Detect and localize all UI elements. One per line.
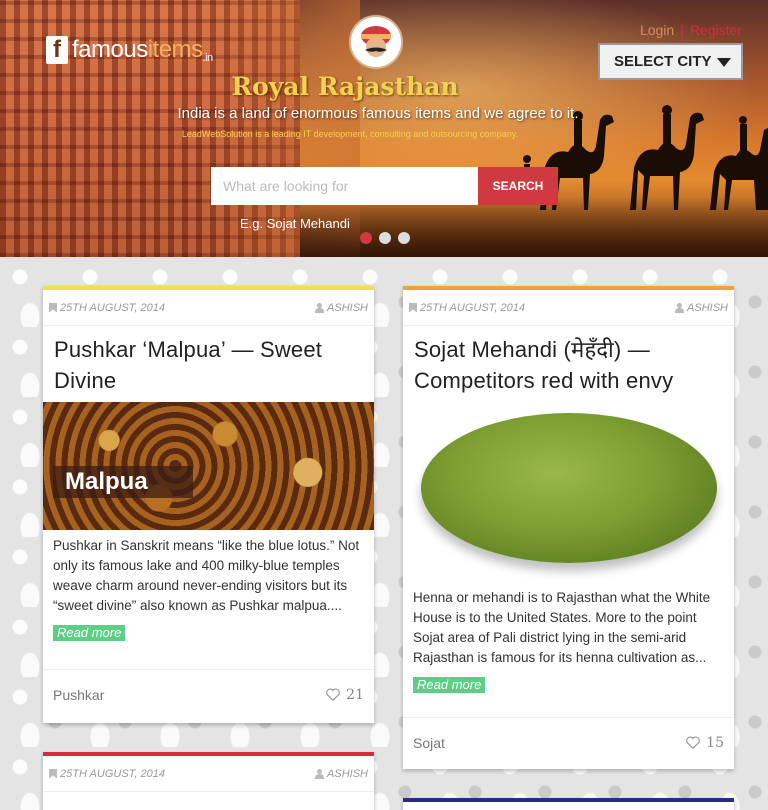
post-author[interactable]: ASHISH: [327, 768, 368, 780]
like-count: 15: [706, 734, 724, 751]
slider-dots: [360, 232, 410, 244]
post-location[interactable]: Pushkar: [53, 687, 104, 703]
post-author[interactable]: ASHISH: [687, 302, 728, 314]
post-location[interactable]: Sojat: [413, 735, 445, 751]
heart-icon: [326, 688, 341, 701]
slider-dot-2[interactable]: [379, 232, 391, 244]
post-footer: Sojat 15: [403, 717, 734, 767]
hero-banner: f famousitems.in Login | Register SELECT C…: [0, 0, 768, 257]
post-meta: 25TH AUGUST, 2014 ASHISH: [43, 756, 374, 792]
post-title[interactable]: Pushkar ‘Malpua’ — Sweet Divine: [43, 326, 374, 402]
search-example: E.g. Sojat Mehandi: [240, 216, 350, 231]
post-card: [403, 798, 734, 810]
search-input[interactable]: [211, 167, 478, 205]
post-date: 25TH AUGUST, 2014: [420, 301, 525, 314]
post-footer: Pushkar 21: [43, 669, 374, 719]
post-excerpt: Henna or mehandi is to Rajasthan what th…: [413, 590, 711, 665]
post-card: 25TH AUGUST, 2014 ASHISH Pushkar ‘Malpua…: [43, 286, 374, 723]
rajasthani-turban-emblem-icon: [349, 15, 403, 69]
city-select-label: SELECT CITY: [614, 53, 712, 70]
login-link[interactable]: Login: [640, 22, 674, 38]
hero-subtitle: India is a land of enormous famous items…: [177, 105, 579, 122]
auth-links: Login | Register: [640, 22, 742, 38]
like-count: 21: [346, 686, 364, 703]
auth-separator: |: [680, 22, 684, 38]
logo-icon: f: [46, 36, 68, 64]
read-more-link[interactable]: Read more: [53, 625, 126, 641]
like-button[interactable]: 15: [686, 735, 724, 751]
logo-text: famousitems.in: [72, 36, 213, 64]
post-meta: 25TH AUGUST, 2014 ASHISH: [43, 290, 374, 326]
bookmark-icon: [409, 302, 417, 313]
post-meta: 25TH AUGUST, 2014 ASHISH: [403, 290, 734, 326]
post-card: 25TH AUGUST, 2014 ASHISH: [43, 752, 374, 810]
user-icon: [315, 302, 325, 313]
slider-dot-3[interactable]: [398, 232, 410, 244]
post-card: 25TH AUGUST, 2014 ASHISH Sojat Mehandi (…: [403, 286, 734, 769]
post-date: 25TH AUGUST, 2014: [60, 301, 165, 314]
hero-title: Royal Rajasthan: [231, 72, 459, 101]
content-area: 25TH AUGUST, 2014 ASHISH Pushkar ‘Malpua…: [0, 257, 768, 810]
mehandi-image[interactable]: [403, 402, 734, 574]
heart-icon: [686, 736, 701, 749]
post-excerpt: Pushkar in Sanskrit means “like the blue…: [53, 538, 360, 613]
user-icon: [315, 768, 325, 779]
bookmark-icon: [49, 768, 57, 779]
read-more-link[interactable]: Read more: [413, 677, 486, 693]
bookmark-icon: [49, 302, 57, 313]
search-button[interactable]: SEARCH: [478, 167, 558, 205]
card-accent-bar: [403, 798, 734, 802]
post-author[interactable]: ASHISH: [327, 302, 368, 314]
register-link[interactable]: Register: [690, 22, 742, 38]
site-logo[interactable]: f famousitems.in: [46, 36, 213, 64]
malpua-image[interactable]: Malpua: [43, 402, 374, 530]
hero-tagline: LeadWebSolution is a leading IT developm…: [181, 129, 519, 139]
post-title[interactable]: Sojat Mehandi (मेहँदी) — Competitors red…: [403, 326, 734, 402]
post-date: 25TH AUGUST, 2014: [60, 767, 165, 780]
slider-dot-1[interactable]: [360, 232, 372, 244]
user-icon: [675, 302, 685, 313]
chevron-down-icon: [717, 58, 731, 67]
image-caption: Malpua: [65, 468, 148, 495]
like-button[interactable]: 21: [326, 687, 364, 703]
